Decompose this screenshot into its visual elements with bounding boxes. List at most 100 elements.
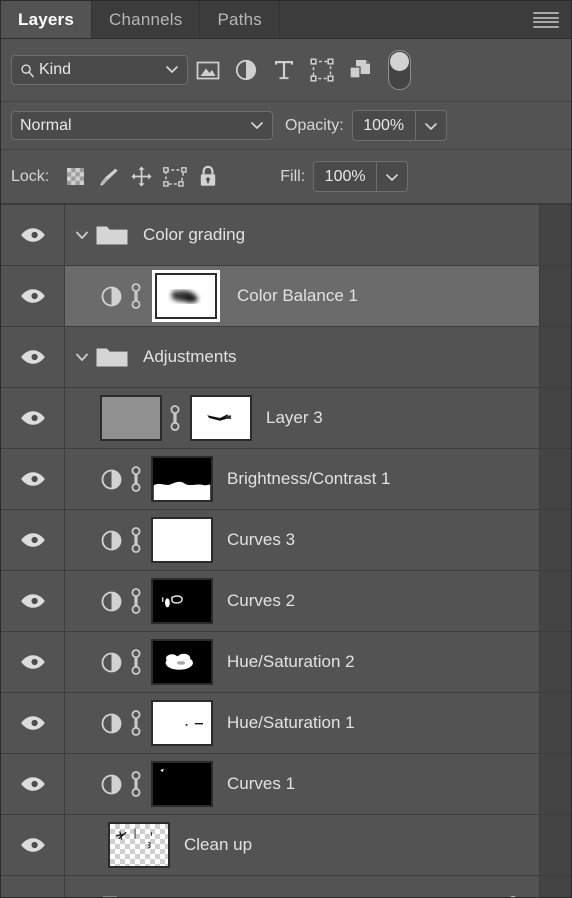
visibility-toggle[interactable] (1, 815, 65, 875)
layer-row-body[interactable]: Curves 2 (65, 571, 539, 631)
blend-mode-value: Normal (20, 116, 72, 134)
panel-menu-icon[interactable] (533, 12, 559, 28)
layer-row-background[interactable]: Background (1, 876, 571, 897)
lock-position-icon[interactable] (125, 162, 158, 192)
opacity-label: Opacity: (285, 116, 344, 134)
link-mask-icon[interactable] (162, 403, 188, 433)
blend-mode-dropdown[interactable]: Normal (11, 111, 273, 140)
layer-name[interactable]: Color grading (143, 225, 539, 245)
layer-row-body[interactable]: Layer 3 (65, 388, 539, 448)
visibility-toggle[interactable] (1, 693, 65, 753)
visibility-toggle[interactable] (1, 388, 65, 448)
layer-row-body[interactable]: Background (65, 876, 539, 897)
eye-icon (20, 227, 46, 243)
lock-all-icon[interactable] (191, 162, 224, 192)
visibility-toggle[interactable] (1, 205, 65, 265)
layer-name[interactable]: Hue/Saturation 2 (227, 652, 539, 672)
layer-name[interactable]: Adjustments (143, 347, 539, 367)
group-expand-chevron-down-icon[interactable] (69, 349, 95, 365)
layer-name[interactable]: Clean up (184, 835, 539, 855)
row-gutter (539, 571, 571, 631)
layer-mask-thumbnail[interactable] (190, 395, 252, 441)
layer-row-body[interactable]: Adjustments (65, 327, 539, 387)
group-expand-chevron-down-icon[interactable] (69, 227, 95, 243)
visibility-toggle[interactable] (1, 632, 65, 692)
link-mask-icon[interactable] (123, 525, 149, 555)
layer-name[interactable]: Curves 2 (227, 591, 539, 611)
visibility-toggle[interactable] (1, 266, 65, 326)
visibility-toggle[interactable] (1, 449, 65, 509)
opacity-value[interactable]: 100% (353, 111, 416, 140)
layer-row-hue-saturation-2[interactable]: Hue/Saturation 2 (1, 632, 571, 693)
layer-name[interactable]: Layer 3 (266, 408, 539, 428)
layer-mask-thumbnail[interactable] (155, 273, 217, 319)
adjustment-layer-filter-icon[interactable] (228, 55, 264, 85)
layer-mask-thumbnail[interactable] (151, 578, 213, 624)
layer-row-curves-2[interactable]: Curves 2 (1, 571, 571, 632)
adjustment-layer-icon (100, 773, 123, 796)
layer-row-curves-3[interactable]: Curves 3 (1, 510, 571, 571)
layer-mask-thumbnail[interactable] (151, 517, 213, 563)
layer-mask-thumbnail[interactable] (151, 700, 213, 746)
mask-content (185, 723, 203, 726)
visibility-toggle[interactable] (1, 876, 65, 897)
fill-value[interactable]: 100% (314, 162, 378, 191)
link-mask-icon[interactable] (123, 769, 149, 799)
layer-thumbnail[interactable] (100, 395, 162, 441)
layer-name[interactable]: Curves 1 (227, 774, 539, 794)
opacity-field[interactable]: 100% (351, 110, 447, 141)
visibility-toggle[interactable] (1, 327, 65, 387)
link-mask-icon[interactable] (123, 586, 149, 616)
shape-layer-filter-icon[interactable] (304, 55, 340, 85)
layer-row-body[interactable]: Curves 3 (65, 510, 539, 570)
lock-artboard-nesting-icon[interactable] (158, 162, 191, 192)
eye-icon (20, 349, 46, 365)
eye-icon (20, 410, 46, 426)
layer-row-curves-1[interactable]: Curves 1 (1, 754, 571, 815)
lock-transparent-pixels-icon[interactable] (59, 162, 92, 192)
layer-name[interactable]: Curves 3 (227, 530, 539, 550)
layer-mask-thumbnail[interactable] (151, 456, 213, 502)
link-mask-icon[interactable] (123, 464, 149, 494)
opacity-stepper-icon[interactable] (416, 111, 446, 140)
layer-thumbnail[interactable] (108, 822, 170, 868)
tab-channels[interactable]: Channels (92, 1, 201, 38)
layer-name[interactable]: Color Balance 1 (237, 286, 539, 306)
layer-row-clean-up[interactable]: Clean up (1, 815, 571, 876)
pixel-layer-filter-icon[interactable] (190, 55, 226, 85)
layer-row-body[interactable]: Hue/Saturation 2 (65, 632, 539, 692)
layer-name[interactable]: Brightness/Contrast 1 (227, 469, 539, 489)
layer-mask-thumbnail[interactable] (151, 761, 213, 807)
link-mask-icon[interactable] (123, 708, 149, 738)
filter-enable-toggle[interactable] (388, 50, 411, 90)
layer-row-hue-saturation-1[interactable]: Hue/Saturation 1 (1, 693, 571, 754)
layer-row-body[interactable]: Brightness/Contrast 1 (65, 449, 539, 509)
type-layer-filter-icon[interactable] (266, 55, 302, 85)
hamburger-line (533, 16, 559, 19)
filter-kind-dropdown[interactable]: Kind (11, 55, 188, 85)
lock-image-pixels-icon[interactable] (92, 162, 125, 192)
link-mask-icon[interactable] (123, 281, 149, 311)
layer-row-body[interactable]: Clean up (65, 815, 539, 875)
tab-layers[interactable]: Layers (1, 1, 93, 38)
tab-paths[interactable]: Paths (200, 1, 280, 38)
visibility-toggle[interactable] (1, 510, 65, 570)
layer-row-color-balance-1[interactable]: Color Balance 1 (1, 266, 571, 327)
layer-name[interactable]: Hue/Saturation 1 (227, 713, 539, 733)
layer-row-body[interactable]: Curves 1 (65, 754, 539, 814)
layer-row-adjustments[interactable]: Adjustments (1, 327, 571, 388)
layer-row-layer-3[interactable]: Layer 3 (1, 388, 571, 449)
layer-mask-thumbnail[interactable] (151, 639, 213, 685)
fill-stepper-icon[interactable] (377, 162, 407, 191)
smart-object-filter-icon[interactable] (342, 55, 378, 85)
layer-row-body[interactable]: Color grading (65, 205, 539, 265)
fill-field[interactable]: 100% (313, 161, 409, 192)
row-gutter (539, 632, 571, 692)
layer-row-brightness-contrast-1[interactable]: Brightness/Contrast 1 (1, 449, 571, 510)
link-mask-icon[interactable] (123, 647, 149, 677)
layer-row-color-grading[interactable]: Color grading (1, 205, 571, 266)
visibility-toggle[interactable] (1, 754, 65, 814)
layer-row-body[interactable]: Hue/Saturation 1 (65, 693, 539, 753)
visibility-toggle[interactable] (1, 571, 65, 631)
layer-row-body[interactable]: Color Balance 1 (65, 266, 539, 326)
